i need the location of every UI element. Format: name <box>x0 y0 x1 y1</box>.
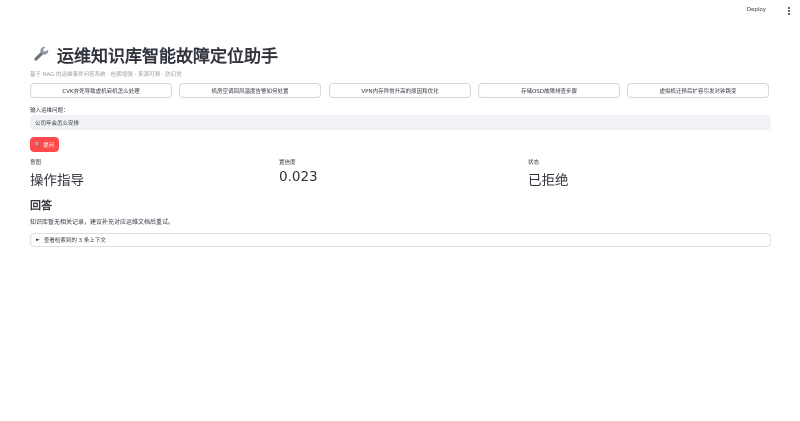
example-button-1[interactable]: CVK夯死导致虚机宕机怎么处理 <box>30 83 172 98</box>
context-expander[interactable]: ► 查看检索到的 3 条上下文 <box>30 233 771 247</box>
example-button-4[interactable]: 存储OSD故障排查步骤 <box>478 83 620 98</box>
main-menu-icon[interactable] <box>787 7 791 17</box>
page-caption: 基于 RAG 的运维事件问答系统 · 检索增强 · 来源可溯 · 防幻觉 <box>30 72 182 78</box>
example-button-3[interactable]: VPN内存异常升高的原因和优化 <box>329 83 471 98</box>
expander-label: 查看检索到的 3 条上下文 <box>43 238 106 244</box>
metric-status: 状态 已拒绝 <box>528 158 569 189</box>
metric-confidence: 置信度 0.023 <box>279 158 318 185</box>
answer-text: 知识库暂无相关记录，建议补充对应运维文档后重试。 <box>30 219 175 226</box>
wrench-icon <box>34 46 49 61</box>
ask-button-label: 提问 <box>43 142 55 149</box>
metric-label: 意图 <box>30 160 42 166</box>
ask-button[interactable]: 🔍 提问 <box>30 137 59 152</box>
answer-heading: 回答 <box>30 199 52 212</box>
metric-value: 0.023 <box>279 169 318 185</box>
metric-label: 置信度 <box>279 160 296 166</box>
deploy-button[interactable]: Deploy <box>747 7 766 13</box>
metric-value: 已拒绝 <box>528 173 569 189</box>
example-questions: CVK夯死导致虚机宕机怎么处理 机房空调回风温度告警如何处置 VPN内存异常升高… <box>30 83 771 99</box>
page-header: 运维知识库智能故障定位助手 <box>30 41 278 67</box>
search-icon: 🔍 <box>34 141 42 148</box>
example-button-5[interactable]: 虚拟机迁移后扩容引发对钟跳变 <box>627 83 769 98</box>
metric-value: 操作指导 <box>30 173 84 189</box>
page-title: 运维知识库智能故障定位助手 <box>57 46 278 67</box>
question-input[interactable] <box>30 115 771 130</box>
chevron-right-icon: ► <box>36 237 40 243</box>
metric-label: 状态 <box>528 160 540 166</box>
metric-intent: 意图 操作指导 <box>30 158 84 189</box>
question-input-label: 输入运维问题： <box>30 108 69 114</box>
example-button-2[interactable]: 机房空调回风温度告警如何处置 <box>179 83 321 98</box>
top-toolbar: Deploy <box>0 0 800 24</box>
